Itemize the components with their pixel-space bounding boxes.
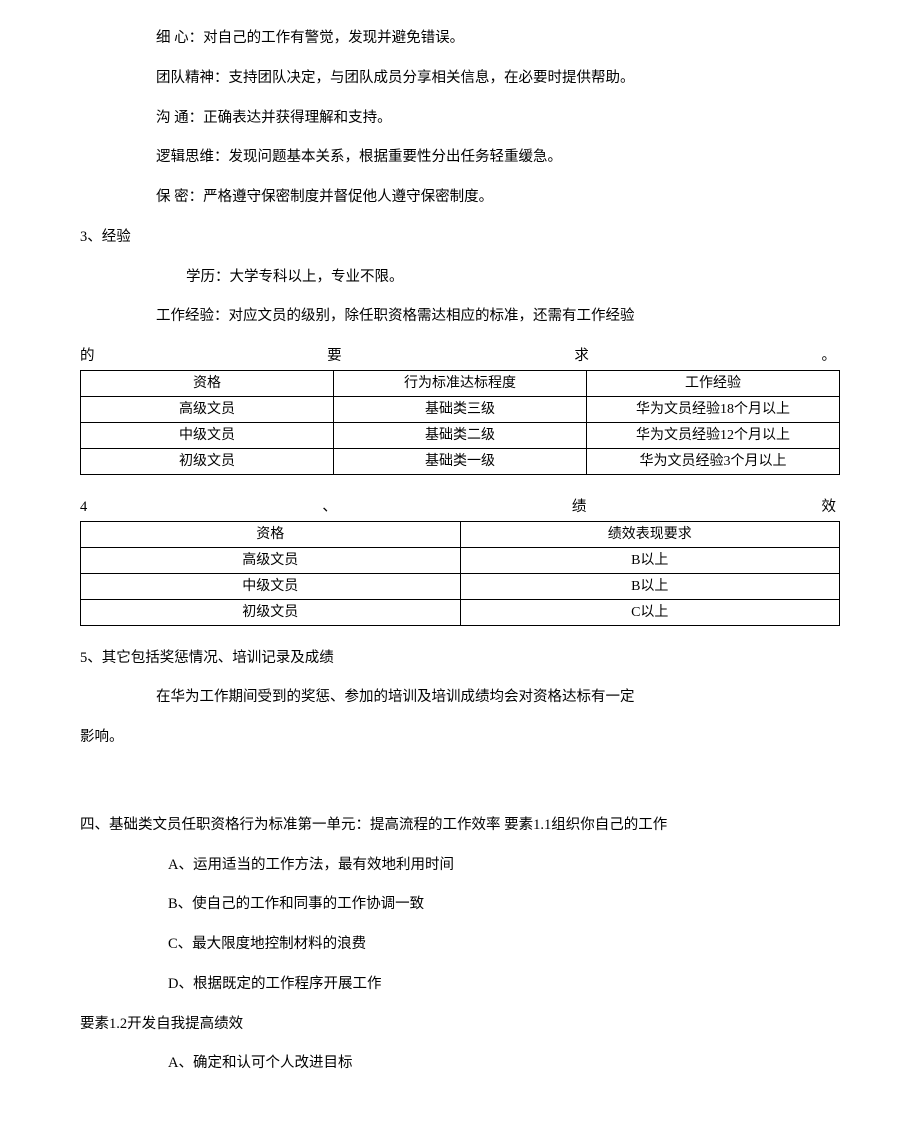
comp-label: 细 心： — [156, 30, 203, 46]
char: 的 — [80, 346, 95, 368]
col-header: 绩效表现要求 — [460, 521, 840, 547]
document-page: 细 心：对自己的工作有警觉，发现并避免错误。 团队精神：支持团队决定，与团队成员… — [0, 0, 920, 1133]
cell: 初级文员 — [81, 448, 334, 474]
cell: C以上 — [460, 599, 840, 625]
comp-text: 对自己的工作有警觉，发现并避免错误。 — [203, 30, 464, 46]
cell: 中级文员 — [81, 573, 461, 599]
cell: 基础类三级 — [334, 396, 587, 422]
list-item: D、根据既定的工作程序开展工作 — [80, 974, 840, 996]
element-1-2-heading: 要素1.2开发自我提高绩效 — [80, 1014, 840, 1036]
col-header: 资格 — [81, 370, 334, 396]
section5-heading: 5、其它包括奖惩情况、培训记录及成绩 — [80, 648, 840, 670]
cell: 初级文员 — [81, 599, 461, 625]
cell: 华为文员经验12个月以上 — [587, 422, 840, 448]
comp-text: 严格遵守保密制度并督促他人遵守保密制度。 — [203, 189, 493, 205]
table-row: 初级文员 C以上 — [81, 599, 840, 625]
char: 绩 — [572, 497, 587, 519]
cell: 基础类二级 — [334, 422, 587, 448]
workexp-continuation: 的 要 求 。 — [80, 346, 840, 368]
element-1-1-list: A、运用适当的工作方法，最有效地利用时间 B、使自己的工作和同事的工作协调一致 … — [80, 855, 840, 996]
char: 4 — [80, 497, 87, 519]
char: 。 — [821, 346, 836, 368]
cell: 高级文员 — [81, 396, 334, 422]
char: 效 — [821, 497, 836, 519]
section-iv-heading: 四、基础类文员任职资格行为标准第一单元：提高流程的工作效率 要素1.1组织你自己… — [80, 815, 840, 837]
comp-label: 沟 通： — [156, 110, 203, 126]
comp-text: 发现问题基本关系，根据重要性分出任务轻重缓急。 — [229, 149, 563, 165]
cell: 高级文员 — [81, 547, 461, 573]
table-header-row: 资格 行为标准达标程度 工作经验 — [81, 370, 840, 396]
section3-heading: 3、经验 — [80, 227, 840, 249]
list-item: C、最大限度地控制材料的浪费 — [80, 934, 840, 956]
cell: B以上 — [460, 573, 840, 599]
char: 、 — [322, 497, 337, 519]
table-header-row: 资格 绩效表现要求 — [81, 521, 840, 547]
competency-item: 逻辑思维：发现问题基本关系，根据重要性分出任务轻重缓急。 — [80, 147, 840, 169]
cell: 中级文员 — [81, 422, 334, 448]
table-row: 初级文员 基础类一级 华为文员经验3个月以上 — [81, 448, 840, 474]
section4-heading: 4 、 绩 效 — [80, 497, 840, 519]
table-row: 中级文员 基础类二级 华为文员经验12个月以上 — [81, 422, 840, 448]
qualification-table: 资格 行为标准达标程度 工作经验 高级文员 基础类三级 华为文员经验18个月以上… — [80, 370, 840, 475]
cell: 华为文员经验3个月以上 — [587, 448, 840, 474]
col-header: 行为标准达标程度 — [334, 370, 587, 396]
char: 求 — [574, 346, 589, 368]
competency-item: 沟 通：正确表达并获得理解和支持。 — [80, 108, 840, 130]
char: 要 — [327, 346, 342, 368]
comp-text: 正确表达并获得理解和支持。 — [203, 110, 392, 126]
table-row: 中级文员 B以上 — [81, 573, 840, 599]
section5-body: 在华为工作期间受到的奖惩、参加的培训及培训成绩均会对资格达标有一定 — [80, 687, 840, 709]
list-item: A、运用适当的工作方法，最有效地利用时间 — [80, 855, 840, 877]
comp-label: 逻辑思维： — [156, 149, 229, 165]
cell: 基础类一级 — [334, 448, 587, 474]
competency-item: 保 密：严格遵守保密制度并督促他人遵守保密制度。 — [80, 187, 840, 209]
list-item: B、使自己的工作和同事的工作协调一致 — [80, 894, 840, 916]
cell: 华为文员经验18个月以上 — [587, 396, 840, 422]
table-row: 高级文员 B以上 — [81, 547, 840, 573]
comp-label: 保 密： — [156, 189, 203, 205]
competency-item: 细 心：对自己的工作有警觉，发现并避免错误。 — [80, 28, 840, 50]
element-1-2-list: A、确定和认可个人改进目标 — [80, 1053, 840, 1075]
comp-text: 支持团队决定，与团队成员分享相关信息，在必要时提供帮助。 — [229, 70, 635, 86]
competency-item: 团队精神：支持团队决定，与团队成员分享相关信息，在必要时提供帮助。 — [80, 68, 840, 90]
col-header: 工作经验 — [587, 370, 840, 396]
performance-table: 资格 绩效表现要求 高级文员 B以上 中级文员 B以上 初级文员 C以上 — [80, 521, 840, 626]
workexp-intro: 工作经验：对应文员的级别，除任职资格需达相应的标准，还需有工作经验 — [80, 306, 840, 328]
list-item: A、确定和认可个人改进目标 — [80, 1053, 840, 1075]
cell: B以上 — [460, 547, 840, 573]
competency-list: 细 心：对自己的工作有警觉，发现并避免错误。 团队精神：支持团队决定，与团队成员… — [80, 28, 840, 209]
table-row: 高级文员 基础类三级 华为文员经验18个月以上 — [81, 396, 840, 422]
section5-body-cont: 影响。 — [80, 727, 840, 749]
comp-label: 团队精神： — [156, 70, 229, 86]
col-header: 资格 — [81, 521, 461, 547]
education-line: 学历：大学专科以上，专业不限。 — [80, 267, 840, 289]
